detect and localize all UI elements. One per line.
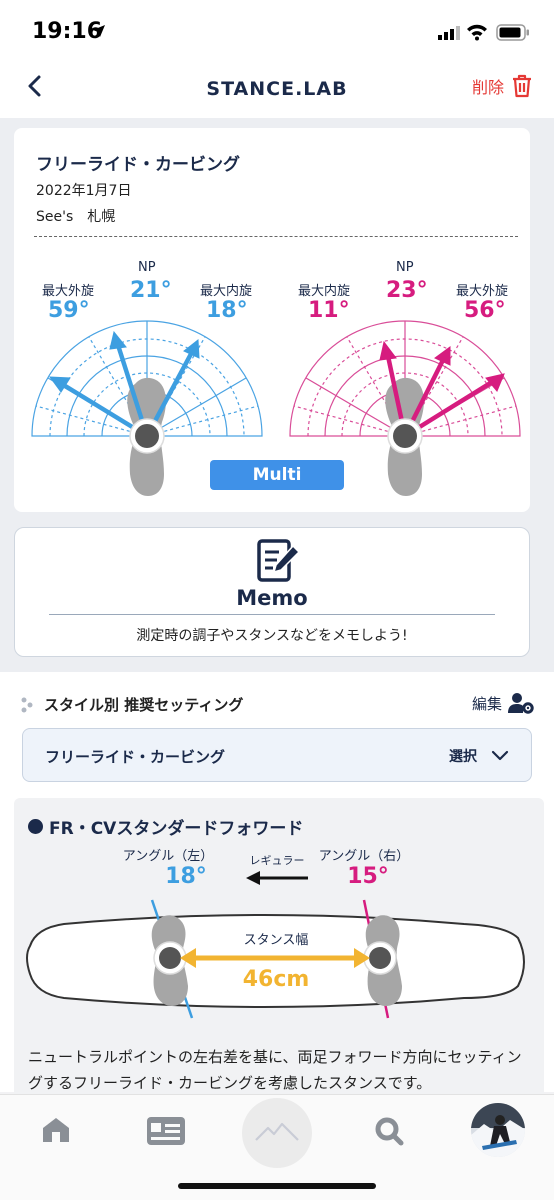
user-settings-icon — [508, 693, 534, 714]
page-title: STANCE.LAB — [206, 78, 348, 100]
search-icon[interactable] — [374, 1116, 404, 1146]
stance-width-value: 46cm — [243, 967, 310, 992]
delete-label: 削除 — [471, 78, 504, 97]
select-label: 選択 — [449, 749, 477, 765]
cellular-signal-icon — [438, 26, 460, 40]
battery-icon — [496, 24, 529, 41]
recommendation-title-text: FR・CVスタンダードフォワード — [49, 819, 304, 839]
mountain-icon — [255, 1122, 299, 1141]
right-max-external-label: 最大外旋 — [456, 284, 509, 299]
board-diagram: アングル（左） 18° レギュラー アングル（右） 15° スタンス幅 46cm — [26, 849, 525, 1019]
stance-date: 2022年1月7日 — [36, 183, 132, 199]
home-indicator — [178, 1183, 376, 1189]
stance-card[interactable]: フリーライド・カービング 2022年1月7日 See's 札幌 最大外旋 59°… — [14, 128, 530, 512]
home-icon[interactable] — [40, 1116, 72, 1144]
card-icon[interactable] — [146, 1116, 186, 1146]
stance-width-label: スタンス幅 — [244, 933, 309, 948]
memo-title: Memo — [236, 586, 308, 610]
right-max-internal-label: 最大内旋 — [298, 284, 351, 299]
recommendation-title: FR・CVスタンダードフォワード — [28, 814, 303, 839]
edit-label: 編集 — [471, 694, 502, 713]
status-bar: 19:16 — [0, 0, 554, 66]
left-angle-label: アングル（左） — [123, 849, 213, 864]
nav-header: STANCE.LAB 削除 — [0, 66, 554, 118]
section-title: スタイル別 推奨セッティング — [44, 696, 244, 714]
direction-arrow-icon — [246, 871, 260, 885]
stance-place: See's 札幌 — [36, 209, 116, 225]
chevron-down-icon — [491, 750, 509, 761]
wifi-icon — [467, 24, 487, 41]
stance-title: フリーライド・カービング — [36, 155, 240, 175]
recommendation-description: ニュートラルポイントの左右差を基に、両足フォワード方向にセッティングするフリーラ… — [28, 1048, 522, 1092]
multi-mode-button[interactable]: Multi — [210, 460, 344, 490]
left-max-external-label: 最大外旋 — [42, 284, 95, 299]
selected-style: フリーライド・カービング — [45, 748, 226, 766]
memo-divider — [49, 614, 495, 615]
right-angle-label: アングル（右） — [319, 849, 409, 864]
left-np-value: 21° — [130, 278, 172, 303]
screen: { "status_bar": { "time": "19:16" }, "he… — [0, 0, 554, 1200]
memo-prompt: 測定時の調子やスタンスなどをメモしよう! — [136, 628, 408, 644]
right-np-value: 23° — [386, 278, 428, 303]
direction-label: レギュラー — [250, 854, 305, 867]
memo-card[interactable]: Memo 測定時の調子やスタンスなどをメモしよう! — [14, 527, 530, 657]
memo-edit-icon — [257, 539, 301, 582]
left-angle-value: 18° — [165, 864, 207, 889]
location-arrow-icon — [93, 25, 105, 37]
right-angle-value: 15° — [347, 864, 389, 889]
left-max-internal-label: 最大内旋 — [200, 284, 253, 299]
dashed-divider — [34, 236, 518, 237]
delete-button[interactable]: 削除 — [472, 74, 532, 98]
snowboard-outline — [26, 914, 525, 1008]
edit-button[interactable]: 編集 — [472, 692, 534, 714]
select-button[interactable]: 選択 — [449, 746, 509, 766]
measure-tab[interactable] — [242, 1098, 312, 1168]
style-select[interactable]: フリーライド・カービング 選択 — [22, 728, 532, 782]
right-np-label: NP — [396, 260, 414, 275]
left-np-label: NP — [138, 260, 156, 275]
avatar[interactable] — [470, 1102, 526, 1158]
section-dots-icon — [21, 697, 33, 713]
trash-icon — [513, 74, 531, 98]
title-dot-icon — [28, 819, 43, 834]
